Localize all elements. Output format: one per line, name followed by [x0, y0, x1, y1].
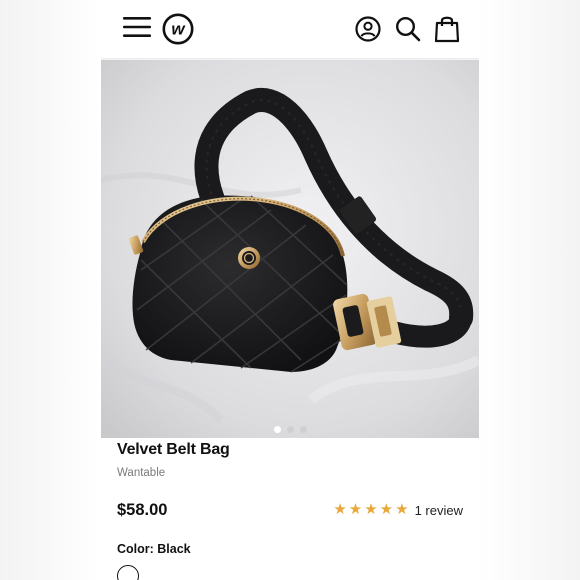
color-label: Color: Black	[117, 542, 191, 556]
color-label-prefix: Color:	[117, 542, 158, 556]
wantable-logo-icon[interactable]: w	[162, 13, 194, 45]
star-icon: ★	[379, 501, 394, 518]
image-carousel-dots	[101, 420, 479, 433]
star-icon: ★	[348, 501, 363, 518]
shopping-bag-icon[interactable]	[434, 14, 460, 43]
color-swatch-black[interactable]	[117, 565, 139, 580]
star-icon: ★	[395, 501, 409, 518]
product-brand[interactable]: Wantable	[117, 467, 165, 479]
logo-letter: w	[171, 20, 186, 39]
belt-bag-illustration	[101, 60, 479, 438]
hamburger-menu-icon[interactable]	[123, 16, 151, 38]
top-nav: w	[101, 0, 479, 59]
background-left	[0, 0, 101, 580]
product-image[interactable]	[101, 60, 479, 438]
phone-screen: w Velvet Belt Bag Wantable $58.00 ★ ★ ★ …	[101, 0, 479, 580]
product-price: $58.00	[117, 501, 168, 519]
review-count-link[interactable]: 1 review	[415, 503, 463, 518]
carousel-dot-2[interactable]	[286, 426, 294, 433]
product-rating[interactable]: ★ ★ ★ ★ ★ 1 review	[333, 501, 463, 519]
star-icon: ★	[364, 501, 378, 518]
color-value: Black	[157, 542, 191, 556]
account-icon[interactable]	[355, 16, 381, 42]
carousel-dot-3[interactable]	[299, 426, 307, 433]
search-icon[interactable]	[395, 16, 421, 42]
star-icon: ★	[333, 501, 347, 518]
carousel-dot-1[interactable]	[273, 426, 281, 433]
background-right	[479, 0, 580, 580]
product-title: Velvet Belt Bag	[117, 441, 230, 458]
